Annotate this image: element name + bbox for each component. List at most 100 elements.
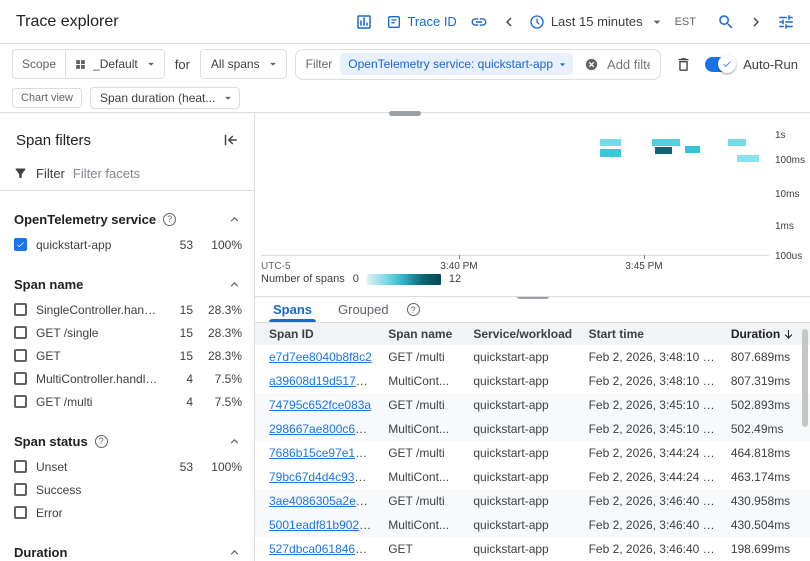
tab-grouped[interactable]: Grouped	[326, 297, 401, 322]
col-header-duration[interactable]: Duration	[723, 323, 810, 345]
facet-item[interactable]: quickstart-app53100%	[0, 233, 254, 256]
table-row[interactable]: 79bc67d4d4c93b02MultiCont...quickstart-a…	[255, 465, 810, 489]
collapse-sidebar-button[interactable]	[216, 126, 244, 154]
delete-filters-button[interactable]	[669, 50, 697, 78]
x-axis-tickmark	[459, 255, 460, 259]
facet-item[interactable]: Unset53100%	[0, 455, 254, 478]
table-row[interactable]: 7686b15ce97e1d6cGET /multiquickstart-app…	[255, 441, 810, 465]
span-id-cell[interactable]: 74795c652fce083a	[255, 393, 380, 417]
facet-section-header[interactable]: Duration	[0, 540, 254, 561]
sidebar-header: Span filters	[0, 113, 254, 162]
chevron-up-icon[interactable]	[227, 277, 242, 292]
facet-filter-input[interactable]	[73, 166, 193, 181]
span-id-link[interactable]: 79bc67d4d4c93b02	[269, 470, 374, 484]
remove-filter-button[interactable]	[583, 56, 599, 72]
table-row[interactable]: a39608d19d51723eMultiCont...quickstart-a…	[255, 369, 810, 393]
filter-chip[interactable]: OpenTelemetry service: quickstart-app	[340, 53, 573, 75]
time-range-dropdown[interactable]: Last 15 minutes	[525, 8, 669, 36]
table-row[interactable]: 74795c652fce083aGET /multiquickstart-app…	[255, 393, 810, 417]
span-id-cell[interactable]: 298667ae800c6a76	[255, 417, 380, 441]
span-id-link[interactable]: 3ae4086305a2ea3e	[269, 494, 376, 508]
facet-section-header[interactable]: OpenTelemetry service	[0, 207, 254, 231]
span-id-link[interactable]: e7d7ee8040b8f8c2	[269, 350, 372, 364]
col-header-start-time[interactable]: Start time	[581, 323, 723, 345]
heatmap-cell[interactable]	[600, 139, 621, 146]
table-row[interactable]: 5001eadf81b902e0MultiCont...quickstart-a…	[255, 513, 810, 537]
analytics-chart-button[interactable]	[350, 8, 378, 36]
facet-item[interactable]: SingleController.handleSing...1528.3%	[0, 298, 254, 321]
facet-item[interactable]: GET1528.3%	[0, 344, 254, 367]
span-id-cell[interactable]: 79bc67d4d4c93b02	[255, 465, 380, 489]
span-id-link[interactable]: 5001eadf81b902e0	[269, 518, 372, 532]
span-id-link[interactable]: 527dbca061846e80	[269, 542, 375, 556]
span-id-cell[interactable]: 527dbca061846e80	[255, 537, 380, 561]
facet-checkbox[interactable]	[14, 303, 27, 316]
heatmap-cell[interactable]	[655, 147, 672, 154]
start-time-cell: Feb 2, 2026, 3:46:40 PM	[581, 537, 723, 561]
help-icon[interactable]	[407, 303, 420, 316]
facet-checkbox[interactable]	[14, 506, 27, 519]
chevron-up-icon[interactable]	[227, 545, 242, 560]
chart-type-select[interactable]: Span duration (heat...	[90, 87, 240, 109]
span-id-cell[interactable]: e7d7ee8040b8f8c2	[255, 345, 380, 369]
facet-checkbox[interactable]	[14, 372, 27, 385]
facet-item[interactable]: MultiController.handleMulti47.5%	[0, 367, 254, 390]
copy-link-button[interactable]	[465, 8, 493, 36]
facet-section-header[interactable]: Span status	[0, 429, 254, 453]
facet-section-header[interactable]: Span name	[0, 272, 254, 296]
facet-checkbox[interactable]	[14, 395, 27, 408]
help-icon[interactable]	[95, 435, 108, 448]
heatmap-cell[interactable]	[652, 139, 680, 146]
span-name-cell: MultiCont...	[380, 417, 465, 441]
auto-run-toggle[interactable]	[705, 57, 735, 72]
facet-checkbox[interactable]	[14, 238, 27, 251]
filter-bar[interactable]: Filter OpenTelemetry service: quickstart…	[295, 49, 661, 80]
span-scope-select[interactable]: All spans	[200, 49, 287, 79]
span-id-link[interactable]: 74795c652fce083a	[269, 398, 371, 412]
chevron-up-icon[interactable]	[227, 212, 242, 227]
panel-resize-handle-top[interactable]	[389, 111, 421, 116]
facet-item[interactable]: GET /single1528.3%	[0, 321, 254, 344]
col-header-label: Duration	[731, 327, 780, 341]
trace-id-button[interactable]: Trace ID	[380, 8, 462, 36]
span-id-link[interactable]: 7686b15ce97e1d6c	[269, 446, 374, 460]
span-id-link[interactable]: a39608d19d51723e	[269, 374, 376, 388]
span-id-cell[interactable]: 3ae4086305a2ea3e	[255, 489, 380, 513]
table-row[interactable]: 3ae4086305a2ea3eGET /multiquickstart-app…	[255, 489, 810, 513]
heatmap-cell[interactable]	[685, 146, 700, 153]
span-id-cell[interactable]: 7686b15ce97e1d6c	[255, 441, 380, 465]
heatmap-cell[interactable]	[737, 155, 759, 162]
span-id-cell[interactable]: 5001eadf81b902e0	[255, 513, 380, 537]
facet-checkbox[interactable]	[14, 460, 27, 473]
table-scrollbar[interactable]	[802, 329, 808, 427]
facet-checkbox[interactable]	[14, 483, 27, 496]
search-button[interactable]	[712, 8, 740, 36]
col-header-service[interactable]: Service/workload	[465, 323, 580, 345]
span-id-link[interactable]: 298667ae800c6a76	[269, 422, 375, 436]
scope-select[interactable]: _Default	[66, 49, 165, 79]
time-forward-button[interactable]	[742, 8, 770, 36]
heatmap-cell[interactable]	[600, 149, 621, 157]
table-row[interactable]: 298667ae800c6a76MultiCont...quickstart-a…	[255, 417, 810, 441]
facet-item[interactable]: GET /multi47.5%	[0, 390, 254, 413]
table-row[interactable]: 527dbca061846e80GETquickstart-appFeb 2, …	[255, 537, 810, 561]
time-back-button[interactable]	[495, 8, 523, 36]
panel-resize-handle-middle[interactable]	[517, 296, 549, 299]
col-header-span-id[interactable]: Span ID	[255, 323, 380, 345]
heatmap-cell[interactable]	[728, 139, 746, 146]
col-header-span-name[interactable]: Span name	[380, 323, 465, 345]
span-id-cell[interactable]: a39608d19d51723e	[255, 369, 380, 393]
facet-item[interactable]: Error	[0, 501, 254, 524]
chevron-up-icon[interactable]	[227, 434, 242, 449]
tab-spans[interactable]: Spans	[261, 297, 324, 322]
table-row[interactable]: e7d7ee8040b8f8c2GET /multiquickstart-app…	[255, 345, 810, 369]
help-icon[interactable]	[163, 213, 176, 226]
facet-checkbox[interactable]	[14, 326, 27, 339]
facet-item[interactable]: Success	[0, 478, 254, 501]
results-tabs: Spans Grouped	[255, 297, 810, 323]
duration-cell: 807.319ms	[723, 369, 810, 393]
facet-section-title: Span status	[14, 434, 88, 449]
facet-checkbox[interactable]	[14, 349, 27, 362]
settings-button[interactable]	[772, 8, 800, 36]
add-filter-input[interactable]	[607, 57, 650, 72]
